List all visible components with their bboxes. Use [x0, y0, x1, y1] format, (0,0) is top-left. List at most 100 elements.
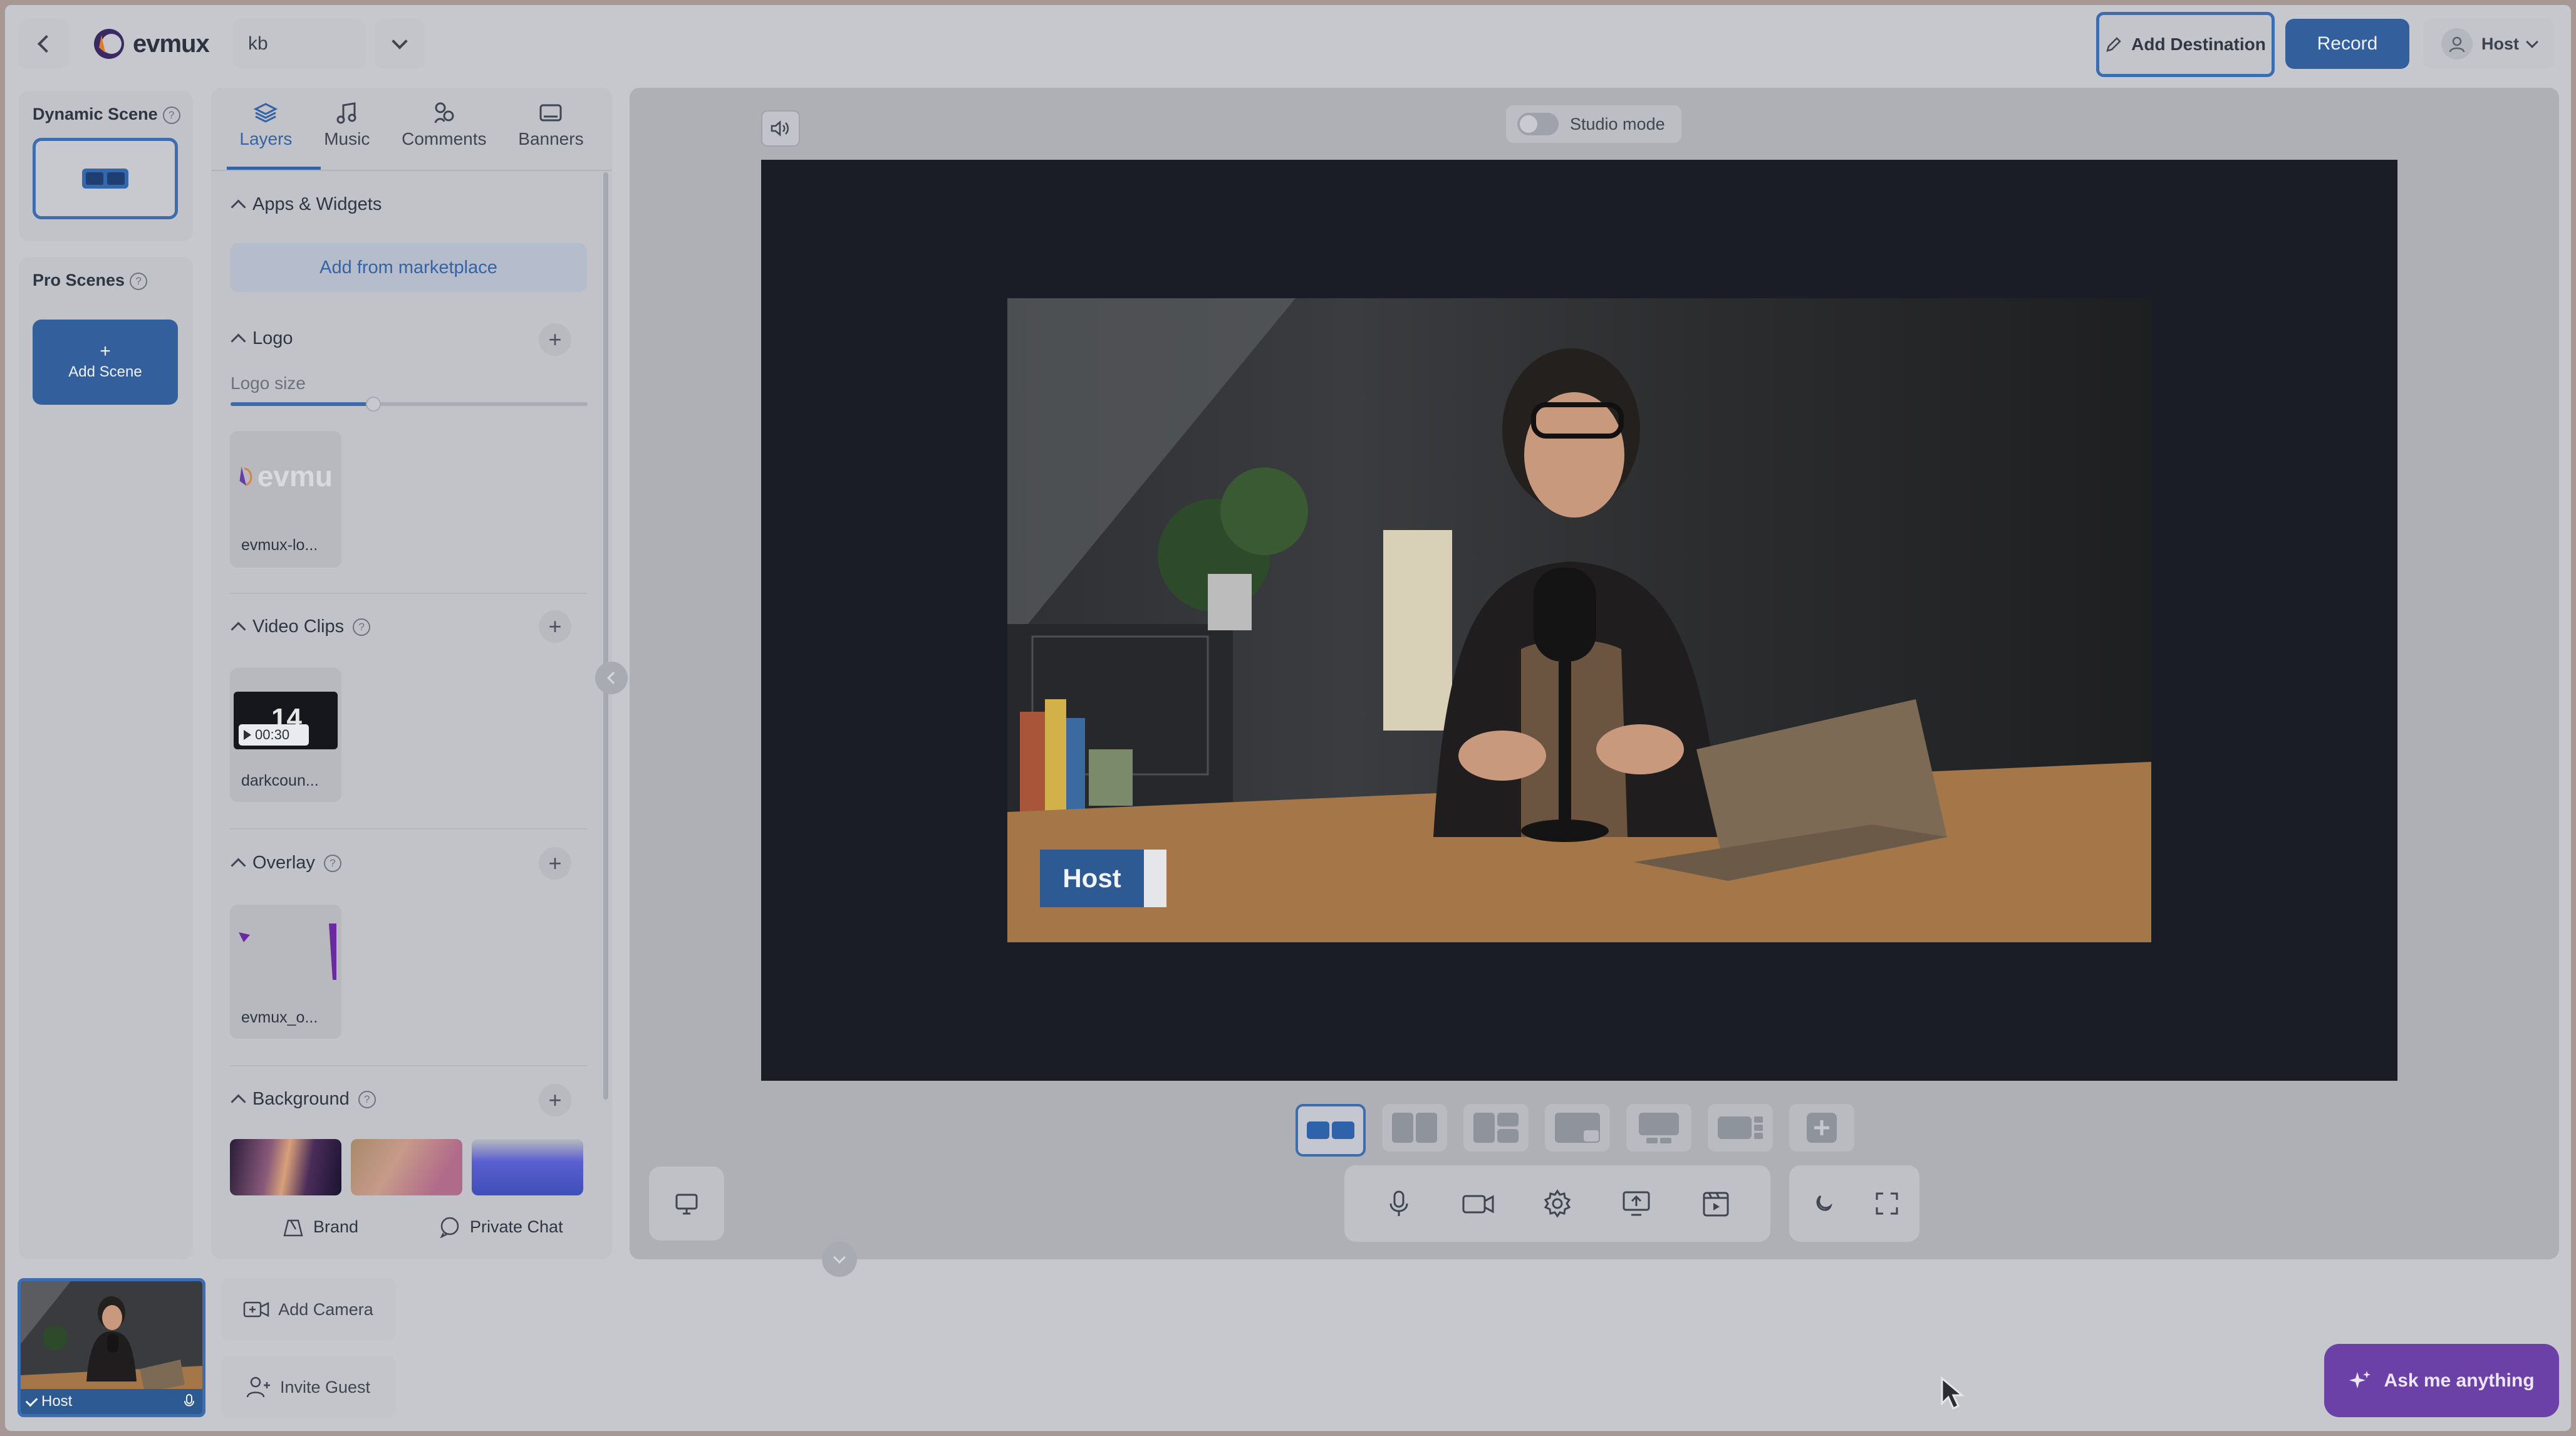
layout-main-with-sidebar[interactable]: [1708, 1104, 1773, 1152]
sparkle-icon: [2349, 1370, 2371, 1388]
tab-music[interactable]: Music: [324, 100, 370, 169]
overlay-item[interactable]: evmux_o...: [230, 905, 341, 1039]
add-scene-label: Add Scene: [68, 363, 142, 380]
share-screen-button[interactable]: [1614, 1182, 1658, 1225]
layout-main-with-strip[interactable]: [1626, 1104, 1691, 1152]
studio-mode-toggle[interactable]: Studio mode: [1506, 105, 1681, 143]
avatar: [2441, 28, 2473, 60]
logo-text: evmux: [133, 29, 210, 58]
media-library-button[interactable]: [1694, 1182, 1738, 1225]
section-title: Apps & Widgets: [252, 194, 382, 214]
add-background-button[interactable]: +: [539, 1084, 571, 1116]
play-icon: [244, 730, 251, 740]
add-logo-button[interactable]: +: [539, 323, 571, 356]
collapse-panel-button[interactable]: [595, 662, 628, 694]
host-participant-tile[interactable]: Host: [18, 1278, 205, 1417]
help-icon[interactable]: ?: [353, 618, 371, 636]
screen-share-preview-button[interactable]: [649, 1167, 724, 1241]
layout-split[interactable]: [1382, 1104, 1447, 1152]
tab-banners[interactable]: Banners: [518, 100, 584, 169]
evmux-logo-thumbnail: evmu: [239, 457, 333, 495]
name-tag[interactable]: Host: [1040, 850, 1166, 907]
layout-two-side-by-side[interactable]: [1296, 1104, 1366, 1157]
overlay-graphic-icon: [239, 924, 336, 980]
overlay-section-header[interactable]: Overlay ?: [231, 853, 341, 873]
host-video-feed[interactable]: Host: [1007, 298, 2151, 942]
dynamic-scene-thumbnail[interactable]: [33, 138, 178, 219]
add-scene-button[interactable]: + Add Scene: [33, 320, 178, 405]
invite-guest-button[interactable]: Invite Guest: [221, 1356, 396, 1418]
dark-mode-button[interactable]: [1800, 1182, 1844, 1225]
expand-icon: [1876, 1192, 1898, 1215]
stage-audio-button[interactable]: [761, 110, 800, 147]
toggle-switch[interactable]: [1517, 113, 1559, 135]
back-button[interactable]: [19, 19, 69, 69]
help-icon[interactable]: ?: [162, 106, 180, 124]
settings-button[interactable]: [1535, 1182, 1579, 1225]
section-title: Overlay: [252, 853, 315, 873]
logo-item[interactable]: evmu evmux-lo...: [230, 431, 341, 568]
video-clip-thumbnail: 14 00:30: [234, 692, 338, 749]
private-chat-label: Private Chat: [470, 1217, 563, 1236]
video-duration-badge: 00:30: [239, 724, 309, 746]
section-title: Logo: [252, 328, 293, 348]
workspace-dropdown-button[interactable]: [375, 19, 425, 69]
background-thumb-3[interactable]: [472, 1139, 583, 1195]
background-thumb-1[interactable]: [230, 1139, 341, 1195]
add-destination-label: Add Destination: [2131, 34, 2266, 54]
add-camera-button[interactable]: Add Camera: [221, 1278, 396, 1341]
video-clips-section-header[interactable]: Video Clips ?: [231, 617, 371, 637]
section-divider: [230, 828, 587, 830]
add-layout-button[interactable]: [1789, 1104, 1854, 1152]
music-icon: [336, 102, 356, 124]
chevron-up-icon: [231, 199, 246, 215]
microphone-icon: [184, 1394, 194, 1407]
add-from-marketplace-button[interactable]: Add from marketplace: [230, 243, 587, 292]
layout-pip[interactable]: [1545, 1104, 1610, 1152]
mouse-cursor-icon: [1941, 1376, 1965, 1410]
chevron-left-icon: [607, 672, 620, 684]
user-menu[interactable]: Host: [2423, 19, 2555, 69]
add-destination-button[interactable]: Add Destination: [2096, 12, 2275, 77]
logo-size-slider-thumb[interactable]: [366, 397, 381, 412]
tab-label: Layers: [239, 129, 293, 148]
record-button[interactable]: Record: [2285, 19, 2409, 69]
plus-icon: +: [100, 341, 111, 362]
private-chat-button[interactable]: Private Chat: [439, 1215, 563, 1238]
collapse-tray-button[interactable]: [822, 1242, 857, 1277]
ask-me-anything-button[interactable]: Ask me anything: [2324, 1344, 2559, 1417]
add-overlay-button[interactable]: +: [539, 847, 571, 880]
plus-icon: +: [548, 326, 562, 352]
pro-scenes-panel: Pro Scenes? + Add Scene: [19, 257, 193, 1259]
record-label: Record: [2317, 33, 2378, 54]
comments-icon: [434, 102, 454, 123]
help-icon[interactable]: ?: [130, 272, 148, 290]
logo-thumb-text: evmu: [257, 460, 333, 492]
add-video-clip-button[interactable]: +: [539, 610, 571, 643]
help-icon[interactable]: ?: [323, 854, 341, 872]
logo-size-slider[interactable]: [231, 397, 588, 412]
fullscreen-button[interactable]: [1865, 1182, 1909, 1225]
logo-section-header[interactable]: Logo: [231, 328, 293, 349]
chevron-up-icon: [231, 333, 246, 349]
mic-button[interactable]: [1377, 1182, 1421, 1225]
background-section-header[interactable]: Background ?: [231, 1089, 376, 1110]
brand-logo[interactable]: evmux: [93, 25, 210, 63]
background-thumb-2[interactable]: [351, 1139, 462, 1195]
tabs-divider: [211, 170, 612, 171]
tab-layers[interactable]: Layers: [239, 100, 292, 169]
evmux-logo-icon: [239, 466, 252, 486]
camera-button[interactable]: [1457, 1182, 1500, 1225]
user-name: Host: [2481, 34, 2519, 53]
plus-icon: [1807, 1113, 1837, 1143]
video-clip-item[interactable]: 14 00:30 darkcoun...: [230, 668, 341, 802]
panel-scrollbar[interactable]: [603, 172, 608, 1100]
help-icon[interactable]: ?: [358, 1090, 376, 1108]
film-calendar-icon: [1703, 1192, 1729, 1217]
tab-comments[interactable]: Comments: [402, 100, 487, 169]
workspace-select[interactable]: kb: [233, 19, 366, 69]
add-camera-icon: [243, 1301, 269, 1318]
apps-widgets-section-header[interactable]: Apps & Widgets: [231, 194, 382, 215]
layout-grid-three[interactable]: [1463, 1104, 1529, 1152]
brand-button[interactable]: Brand: [282, 1215, 358, 1238]
